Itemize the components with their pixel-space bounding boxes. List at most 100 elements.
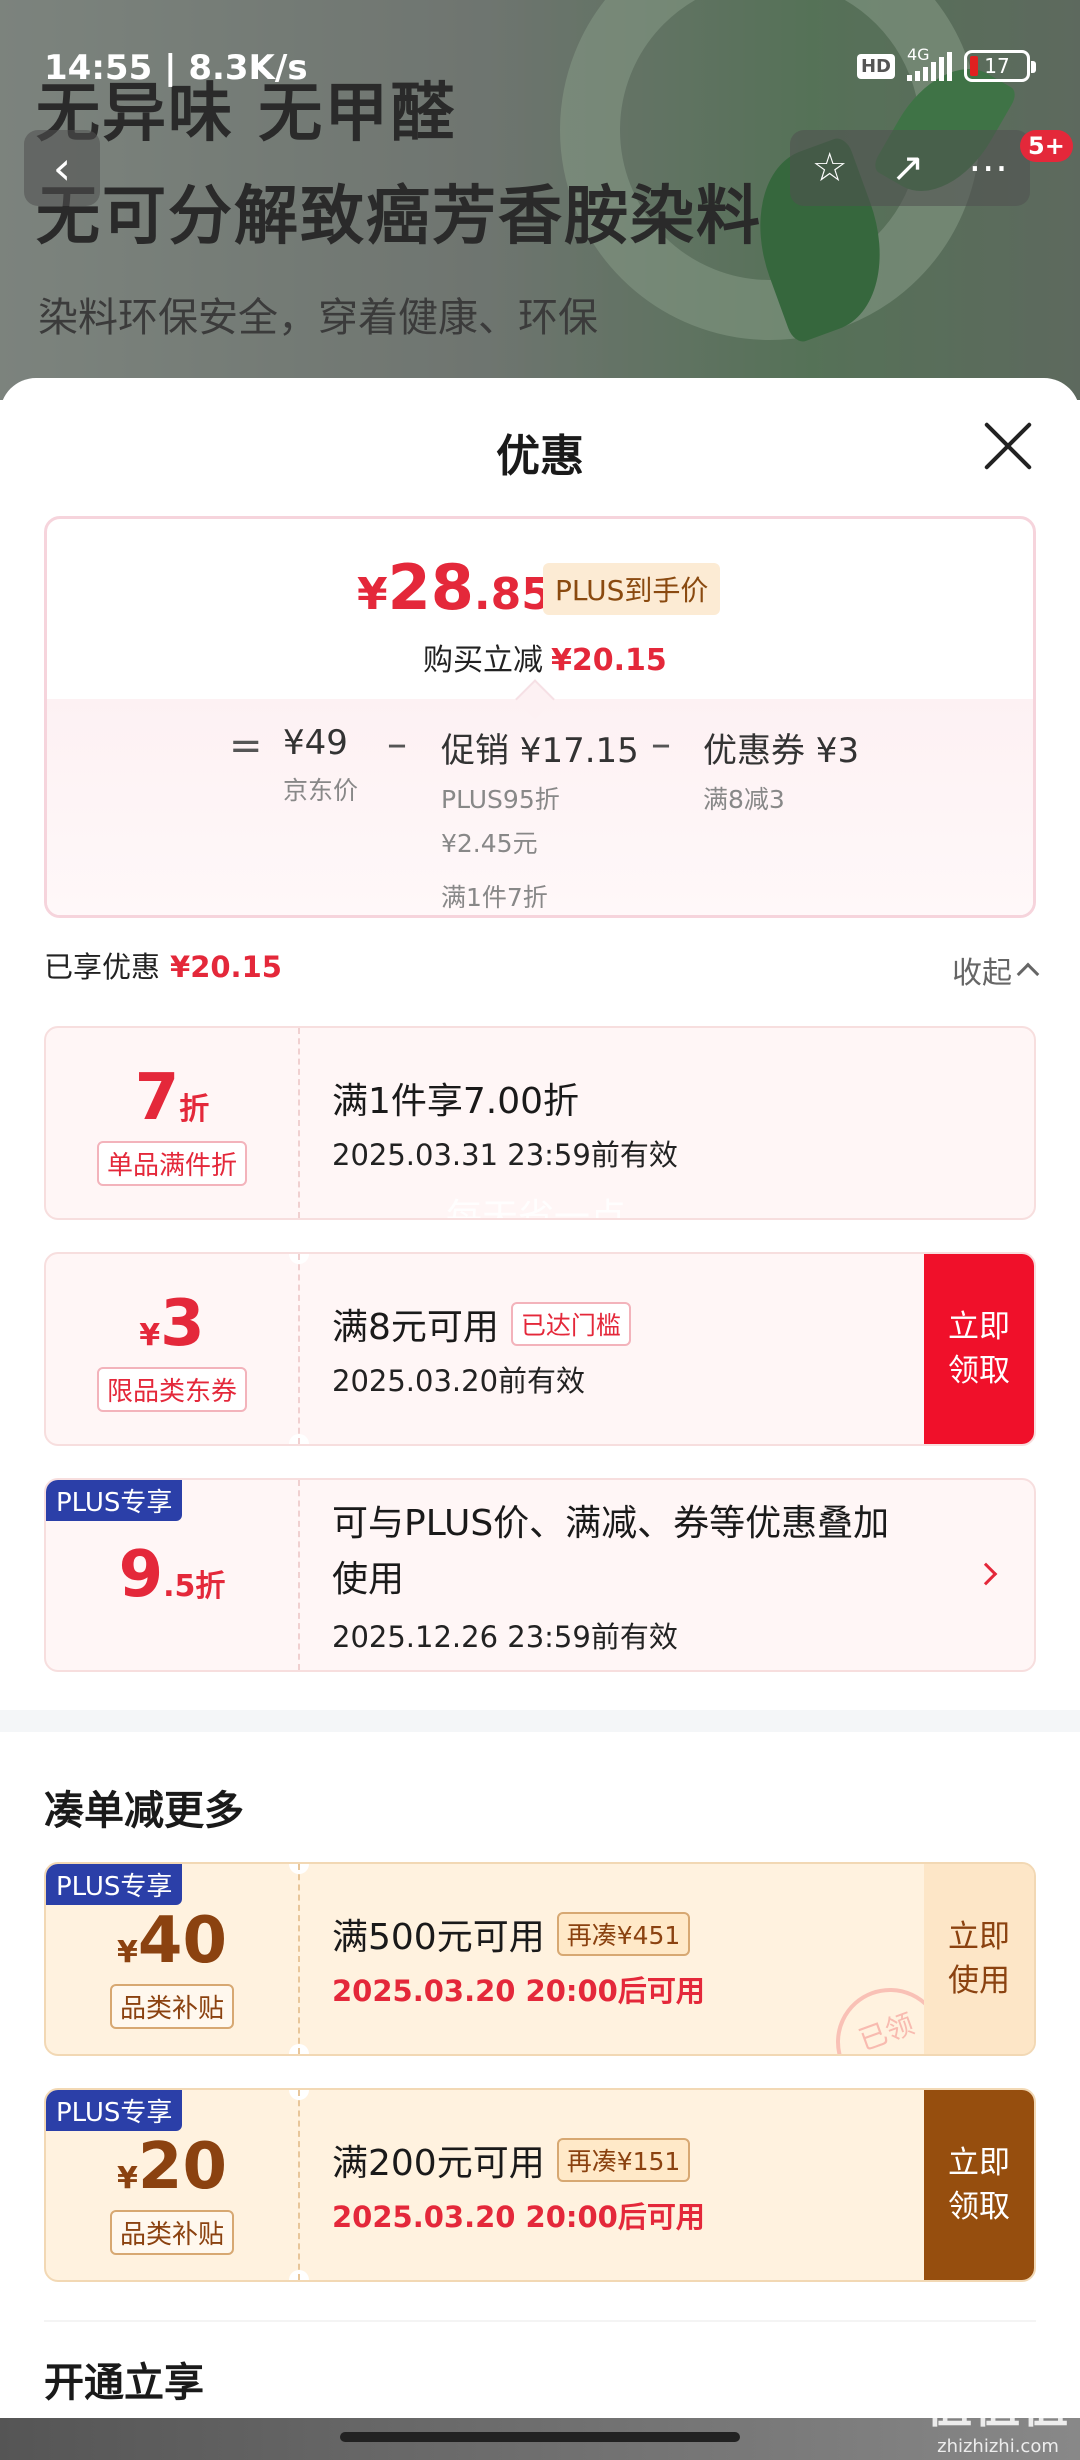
subsidy-type-tag: 品类补贴 [109, 1983, 234, 2029]
discount-validity: 2025.03.31 23:59前有效 [332, 1138, 678, 1172]
plus-discount-number: 9 [118, 1538, 164, 1612]
plus-price-tag: PLUS到手价 [543, 563, 721, 615]
sheet-title: 优惠 [496, 431, 584, 482]
status-icons: HD 4G 17 [856, 45, 1036, 82]
plus-discount-unit: .5折 [163, 1569, 226, 1604]
instant-label: 购买立减 [423, 643, 543, 678]
membership-section-title: 开通立享 [44, 2360, 204, 2406]
subsidy-number: 20 [137, 2129, 227, 2204]
subsidy-title: 满200元可用 再凑¥151 [332, 2134, 705, 2186]
instant-discount: 购买立减 ¥20.15 [423, 635, 667, 679]
watermark-logo: 值值值 [926, 2379, 1070, 2433]
banner-subtitle: 染料环保安全，穿着健康、环保 [38, 295, 598, 341]
subsidy-condition: 满200元可用 [332, 2143, 545, 2184]
plus-discount-title-1: 可与PLUS价、满减、券等优惠叠加 [332, 1503, 890, 1544]
more-icon[interactable]: ⋯ [968, 145, 1008, 191]
close-icon[interactable] [980, 418, 1036, 474]
shortfall-badge: 再凑¥151 [556, 2138, 691, 2182]
star-icon[interactable]: ☆ [812, 145, 848, 191]
battery-icon: 17 [964, 50, 1036, 82]
promo-detail-1: PLUS95折 [441, 785, 560, 814]
claim-label: 立即领取 [948, 1309, 1010, 1389]
coupon-title: 满8元可用 已达门槛 [332, 1298, 631, 1350]
chevron-left-icon: ‹ [52, 141, 72, 195]
plus-discount-card[interactable]: PLUS专享 9 .5折 可与PLUS价、满减、券等优惠叠加 使用 2025.1… [44, 1478, 1036, 1672]
coupon-validity: 2025.03.20前有效 [332, 1364, 586, 1398]
share-icon[interactable]: ↗ [891, 145, 925, 191]
enjoyed-discount: 已享优惠 ¥20.15 [44, 944, 282, 986]
chevron-up-icon [1016, 962, 1040, 986]
price-decimal: .85 [473, 569, 552, 620]
discount-type-tag: 单品满件折 [96, 1140, 247, 1186]
plus-discount-amount: 9 .5折 [119, 1538, 226, 1612]
top-actions: ☆ ↗ ⋯ [790, 130, 1030, 206]
equals-sign: = [229, 723, 263, 769]
watermark-url: zhizhizhi.com [937, 2436, 1059, 2457]
banner-headline-2: 无可分解致癌芳香胺染料 [36, 180, 762, 254]
subsidy-card-20: PLUS专享 ¥ 20 品类补贴 满200元可用 再凑¥151 2025.03.… [44, 2088, 1036, 2282]
minus-sign: – [387, 721, 407, 767]
final-price: ¥ 28 .85 [357, 551, 552, 624]
collapse-label: 收起 [952, 956, 1012, 991]
signal-icon: 4G [907, 45, 952, 81]
subsidy-currency: ¥ [117, 1934, 138, 1970]
watermark-text: 每天省一点 [446, 1197, 627, 1220]
instant-value: ¥20.15 [551, 643, 667, 678]
shortfall-badge: 再凑¥451 [556, 1912, 691, 1956]
subsidy-type-tag: 品类补贴 [109, 2209, 234, 2255]
promo-amount: 促销 ¥17.15 [441, 731, 639, 771]
coupon-detail: 满8减3 [703, 785, 785, 814]
claim-label: 立即领取 [948, 2145, 1010, 2225]
coupon-amount: 优惠券 ¥3 [703, 731, 860, 771]
plus-discount-title-2: 使用 [332, 1559, 405, 1600]
promo-detail-2: ¥2.45元 [441, 829, 538, 858]
coupon-number: 3 [160, 1286, 205, 1361]
section-divider [0, 1710, 1080, 1732]
enjoyed-label: 已享优惠 [44, 950, 161, 984]
section-divider [44, 2320, 1036, 2322]
subsidy-value: ¥ 20 [117, 2130, 227, 2204]
home-indicator[interactable] [340, 2432, 740, 2442]
notification-badge: 5+ [1020, 130, 1073, 162]
status-time: 14:55 | 8.3K/s [44, 48, 308, 88]
subsidy-condition: 满500元可用 [332, 1917, 545, 1958]
claim-button[interactable]: 立即领取 [924, 1254, 1034, 1444]
coupon-type-tag: 限品类东券 [96, 1366, 247, 1412]
subsidy-title: 满500元可用 再凑¥451 [332, 1908, 705, 1960]
plus-discount-validity: 2025.12.26 23:59前有效 [332, 1620, 678, 1654]
more-section-title: 凑单减更多 [44, 1788, 244, 1834]
price-breakdown-card: ¥ 28 .85 PLUS到手价 购买立减 ¥20.15 = ¥49 京东价 – … [44, 516, 1036, 918]
claim-button[interactable]: 立即领取 [924, 2090, 1034, 2280]
back-button[interactable]: ‹ [24, 130, 100, 206]
jd-price-column: ¥49 京东价 [283, 723, 358, 807]
collapse-button[interactable]: 收起 [952, 948, 1040, 992]
hd-icon: HD [856, 53, 895, 79]
use-label: 立即使用 [948, 1919, 1010, 1999]
coupon-card-3: ¥ 3 限品类东券 满8元可用 已达门槛 2025.03.20前有效 立即领取 [44, 1252, 1036, 1446]
subsidy-card-40: PLUS专享 ¥ 40 品类补贴 满500元可用 再凑¥451 2025.03.… [44, 1862, 1036, 2056]
subsidy-currency: ¥ [117, 2160, 138, 2196]
subsidy-validity: 2025.03.20 20:00后可用 [332, 2200, 705, 2234]
jd-price: ¥49 [283, 723, 348, 763]
price-integer: 28 [387, 551, 474, 624]
discount-amount: 7 折 [135, 1061, 210, 1135]
coupon-column: 优惠券 ¥3 满8减3 [703, 723, 859, 816]
price-formula: = ¥49 京东价 – 促销 ¥17.15 PLUS95折 ¥2.45元 满1件… [47, 679, 1033, 915]
subsidy-number: 40 [137, 1903, 227, 1978]
chevron-right-icon [974, 1562, 998, 1586]
discount-card-7-off: 7 折 单品满件折 满1件享7.00折 2025.03.31 23:59前有效 … [44, 1026, 1036, 1220]
enjoyed-value: ¥20.15 [170, 950, 282, 984]
discount-unit: 折 [179, 1091, 210, 1127]
network-type: 4G [907, 45, 930, 64]
battery-level: 17 [984, 54, 1010, 78]
minus-sign: – [651, 721, 671, 767]
coupon-condition: 满8元可用 [332, 1307, 499, 1348]
coupon-currency: ¥ [139, 1317, 161, 1353]
subsidy-validity: 2025.03.20 20:00后可用 [332, 1974, 705, 2008]
promo-detail-3: 满1件7折 [441, 883, 548, 912]
discount-number: 7 [134, 1060, 180, 1135]
promo-column: 促销 ¥17.15 PLUS95折 ¥2.45元 满1件7折 [441, 723, 639, 914]
site-watermark: 值值值 zhizhizhi.com [926, 2370, 1070, 2457]
use-button[interactable]: 立即使用 [924, 1864, 1034, 2054]
subsidy-value: ¥ 40 [117, 1904, 227, 1978]
